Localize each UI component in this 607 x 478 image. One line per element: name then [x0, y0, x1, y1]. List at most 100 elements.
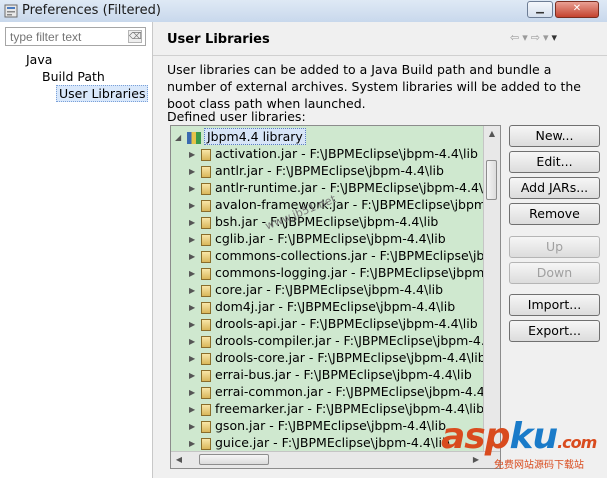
jar-label: drools-core.jar - F:\JBPMEclipse\jbpm-4.…: [215, 350, 486, 365]
jar-row[interactable]: ▶ gson.jar - F:\JBPMEclipse\jbpm-4.4\lib: [189, 418, 446, 435]
jar-label: commons-collections.jar - F:\JBPMEclipse…: [215, 248, 500, 263]
jar-label: drools-api.jar - F:\JBPMEclipse\jbpm-4.4…: [215, 316, 478, 331]
jar-row[interactable]: ▶ drools-api.jar - F:\JBPMEclipse\jbpm-4.…: [189, 316, 478, 333]
close-button[interactable]: ✕: [555, 1, 599, 18]
jar-icon: [201, 403, 211, 416]
expand-icon[interactable]: ▶: [189, 184, 199, 193]
expand-icon[interactable]: ▶: [189, 303, 199, 312]
jar-row[interactable]: ▶ errai-bus.jar - F:\JBPMEclipse\jbpm-4.4…: [189, 367, 472, 384]
jar-row[interactable]: ▶ drools-compiler.jar - F:\JBPMEclipse\jb…: [189, 333, 501, 350]
clear-filter-icon[interactable]: ⌫: [128, 30, 142, 43]
expand-icon[interactable]: ▶: [189, 422, 199, 431]
preference-tree-pane: ⌫ Java Build Path User Libraries: [0, 22, 153, 478]
scroll-left-icon[interactable]: ◀: [172, 453, 186, 467]
jar-icon: [201, 250, 211, 263]
jar-icon: [201, 267, 211, 280]
watermark-logo: aspku.com 免费网站源码下载站: [441, 416, 597, 471]
up-button[interactable]: Up: [509, 236, 600, 258]
expand-icon[interactable]: ▶: [189, 439, 199, 448]
jar-label: antlr.jar - F:\JBPMEclipse\jbpm-4.4\lib: [215, 163, 444, 178]
jar-row[interactable]: ▶ freemarker.jar - F:\JBPMEclipse\jbpm-4.…: [189, 401, 484, 418]
import-button[interactable]: Import...: [509, 294, 600, 316]
jar-icon: [201, 437, 211, 450]
page-description: User libraries can be added to a Java Bu…: [167, 62, 581, 111]
jar-label: commons-logging.jar - F:\JBPMEclipse\jbp…: [215, 265, 501, 280]
expand-icon[interactable]: ▶: [189, 371, 199, 380]
jar-label: activation.jar - F:\JBPMEclipse\jbpm-4.4…: [215, 146, 478, 161]
window-title: Preferences (Filtered): [22, 3, 161, 18]
jar-icon: [201, 301, 211, 314]
jar-icon: [201, 216, 211, 229]
expand-icon[interactable]: ▶: [189, 218, 199, 227]
watermark-brand-c: .com: [557, 433, 597, 452]
expand-icon[interactable]: ▶: [189, 320, 199, 329]
library-root[interactable]: ◢ Jbpm4.4 library: [175, 128, 306, 146]
chevron-down-icon[interactable]: ▾: [543, 31, 552, 44]
expand-icon[interactable]: ▶: [189, 167, 199, 176]
jar-row[interactable]: ▶ core.jar - F:\JBPMEclipse\jbpm-4.4\lib: [189, 282, 443, 299]
vertical-scroll-thumb[interactable]: [486, 160, 497, 200]
jar-label: gson.jar - F:\JBPMEclipse\jbpm-4.4\lib: [215, 418, 447, 433]
expand-icon[interactable]: ▶: [189, 201, 199, 210]
title-bar: Preferences (Filtered) ▁ ✕: [0, 0, 607, 23]
jar-row[interactable]: ▶ commons-collections.jar - F:\JBPMEclips…: [189, 248, 500, 265]
jar-label: drools-compiler.jar - F:\JBPMEclipse\jbp…: [215, 333, 501, 348]
new-button[interactable]: New...: [509, 125, 600, 147]
watermark-brand-a: asp: [441, 416, 510, 457]
jar-icon: [201, 182, 211, 195]
library-name: Jbpm4.4 library: [204, 128, 306, 145]
collapse-icon[interactable]: ◢: [175, 133, 185, 142]
jar-label: errai-common.jar - F:\JBPMEclipse\jbpm-4…: [215, 384, 501, 399]
expand-icon[interactable]: ▶: [189, 235, 199, 244]
expand-icon[interactable]: ▶: [189, 354, 199, 363]
preference-page: User Libraries ⇦▾⇨▾▾ User libraries can …: [153, 22, 607, 478]
expand-icon[interactable]: ▶: [189, 405, 199, 414]
page-nav: ⇦▾⇨▾▾: [510, 31, 560, 44]
minimize-button[interactable]: ▁: [527, 1, 553, 18]
export-button[interactable]: Export...: [509, 320, 600, 342]
down-button[interactable]: Down: [509, 262, 600, 284]
jar-icon: [201, 318, 211, 331]
expand-icon[interactable]: ▶: [189, 252, 199, 261]
jar-label: antlr-runtime.jar - F:\JBPMEclipse\jbpm-…: [215, 180, 499, 195]
expand-icon[interactable]: ▶: [189, 150, 199, 159]
chevron-down-icon[interactable]: ▾: [522, 31, 531, 44]
jar-label: core.jar - F:\JBPMEclipse\jbpm-4.4\lib: [215, 282, 444, 297]
tree-item-user-libraries[interactable]: User Libraries: [56, 85, 149, 102]
view-menu-icon[interactable]: ▾: [552, 31, 561, 44]
jar-row[interactable]: ▶ drools-core.jar - F:\JBPMEclipse\jbpm-4…: [189, 350, 486, 367]
jar-row[interactable]: ▶ guice.jar - F:\JBPMEclipse\jbpm-4.4\lib: [189, 435, 450, 452]
jar-row[interactable]: ▶ dom4j.jar - F:\JBPMEclipse\jbpm-4.4\lib: [189, 299, 455, 316]
scroll-up-icon[interactable]: ▲: [485, 127, 499, 141]
edit-button[interactable]: Edit...: [509, 151, 600, 173]
vertical-scrollbar[interactable]: ▲ ▼: [483, 126, 500, 453]
expand-icon[interactable]: ▶: [189, 337, 199, 346]
horizontal-scroll-thumb[interactable]: [199, 454, 269, 465]
jar-row[interactable]: ▶ commons-logging.jar - F:\JBPMEclipse\jb…: [189, 265, 501, 282]
jar-label: errai-bus.jar - F:\JBPMEclipse\jbpm-4.4\…: [215, 367, 472, 382]
jar-row[interactable]: ▶ errai-common.jar - F:\JBPMEclipse\jbpm-…: [189, 384, 501, 401]
add-jars-button[interactable]: Add JARs...: [509, 177, 600, 199]
jar-row[interactable]: ▶ activation.jar - F:\JBPMEclipse\jbpm-4.…: [189, 146, 478, 163]
jar-row[interactable]: ▶ avalon-framework.jar - F:\JBPMEclipse\j…: [189, 197, 500, 214]
jar-icon: [201, 420, 211, 433]
watermark-subtitle: 免费网站源码下载站: [494, 460, 584, 471]
expand-icon[interactable]: ▶: [189, 286, 199, 295]
jar-icon: [201, 165, 211, 178]
tree-item-build-path[interactable]: Build Path: [42, 69, 105, 84]
preferences-icon: [4, 4, 18, 18]
expand-icon[interactable]: ▶: [189, 388, 199, 397]
expand-icon[interactable]: ▶: [189, 269, 199, 278]
back-arrow-icon[interactable]: ⇦: [510, 31, 522, 44]
jar-label: bsh.jar - F:\JBPMEclipse\jbpm-4.4\lib: [215, 214, 439, 229]
jar-row[interactable]: ▶ antlr.jar - F:\JBPMEclipse\jbpm-4.4\lib: [189, 163, 444, 180]
jar-row[interactable]: ▶ bsh.jar - F:\JBPMEclipse\jbpm-4.4\lib: [189, 214, 438, 231]
remove-button[interactable]: Remove: [509, 203, 600, 225]
jar-row[interactable]: ▶ antlr-runtime.jar - F:\JBPMEclipse\jbpm…: [189, 180, 498, 197]
jar-label: guice.jar - F:\JBPMEclipse\jbpm-4.4\lib: [215, 435, 450, 450]
tree-item-java[interactable]: Java: [26, 52, 52, 67]
forward-arrow-icon[interactable]: ⇨: [531, 31, 543, 44]
jar-row[interactable]: ▶ cglib.jar - F:\JBPMEclipse\jbpm-4.4\lib: [189, 231, 446, 248]
jar-icon: [201, 369, 211, 382]
filter-input[interactable]: [5, 27, 146, 46]
